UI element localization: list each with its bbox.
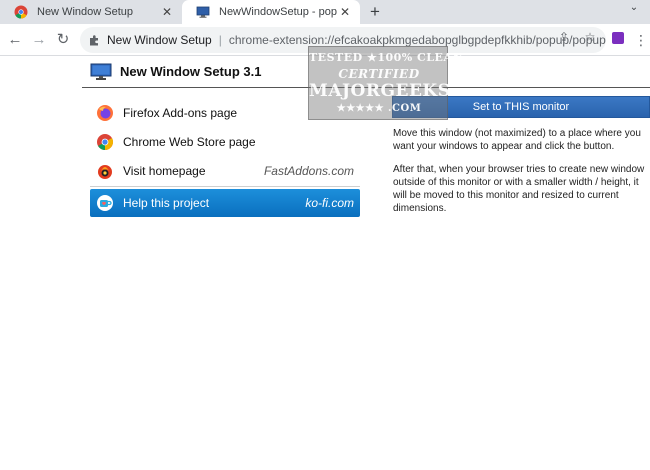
monitor-logo-icon: [90, 63, 112, 80]
majorgeeks-watermark: TESTED ★100% CLEAN CERTIFIED MAJORGEEKS …: [308, 46, 464, 120]
extension-toolbar-icon[interactable]: [612, 32, 624, 44]
homepage-icon: [98, 164, 112, 179]
bookmark-star-icon[interactable]: ☆: [582, 29, 598, 45]
menu-item-help-project[interactable]: Help this project ko-fi.com: [90, 189, 360, 217]
menu-item-hint: FastAddons.com: [263, 163, 354, 178]
menu-item-label: Chrome Web Store page: [123, 134, 256, 149]
tab-title: New Window Setup: [37, 6, 133, 18]
watermark-line-2: CERTIFIED: [338, 67, 420, 81]
reload-icon[interactable]: ↻: [54, 31, 72, 49]
chrome-favicon-icon: [14, 5, 28, 19]
menu-item-visit-homepage[interactable]: Visit homepage FastAddons.com: [90, 156, 360, 185]
menu-divider: [90, 186, 360, 187]
kofi-icon: [97, 195, 113, 211]
extension-name: New Window Setup: [107, 33, 212, 47]
watermark-line-3: MAJORGEEKS: [309, 81, 451, 101]
tab-new-window-setup[interactable]: New Window Setup ✕: [0, 0, 182, 24]
back-arrow-icon[interactable]: ←: [6, 31, 24, 49]
firefox-icon: [97, 104, 113, 121]
popup-title: New Window Setup 3.1: [120, 64, 262, 79]
menu-item-chrome-web-store[interactable]: Chrome Web Store page: [90, 127, 360, 156]
tab-title: NewWindowSetup - pop-up: [219, 6, 337, 18]
url-separator: |: [218, 33, 222, 47]
close-tab-icon[interactable]: ✕: [337, 4, 353, 20]
monitor-favicon-icon: [196, 6, 210, 18]
tab-newwindowsetup-popup[interactable]: NewWindowSetup - pop-up ✕: [182, 0, 360, 24]
tab-search-icon[interactable]: ⌄: [626, 2, 642, 18]
forward-arrow-icon[interactable]: →: [30, 31, 48, 49]
new-tab-button[interactable]: +: [366, 3, 384, 21]
description-paragraph-2: After that, when your browser tries to c…: [393, 164, 645, 214]
close-tab-icon[interactable]: ✕: [159, 4, 175, 20]
watermark-line-4: ★★★★★ .COM: [336, 103, 422, 114]
menu-item-label: Help this project: [123, 196, 210, 210]
share-icon[interactable]: ⇪: [556, 29, 572, 45]
chrome-icon: [97, 133, 113, 150]
tab-strip: New Window Setup ✕ NewWindowSetup - pop-…: [0, 0, 650, 24]
watermark-line-1: TESTED ★100% CLEAN: [309, 51, 464, 64]
puzzle-piece-icon: [90, 34, 98, 45]
description-paragraph-1: Move this window (not maximized) to a pl…: [393, 128, 641, 152]
url-text: chrome-extension://efcakoakpkmgedabopglb…: [228, 33, 606, 47]
browser-menu-icon[interactable]: ⋮: [634, 31, 648, 49]
menu-item-label: Visit homepage: [123, 163, 206, 178]
menu-item-hint: ko-fi.com: [305, 196, 354, 210]
